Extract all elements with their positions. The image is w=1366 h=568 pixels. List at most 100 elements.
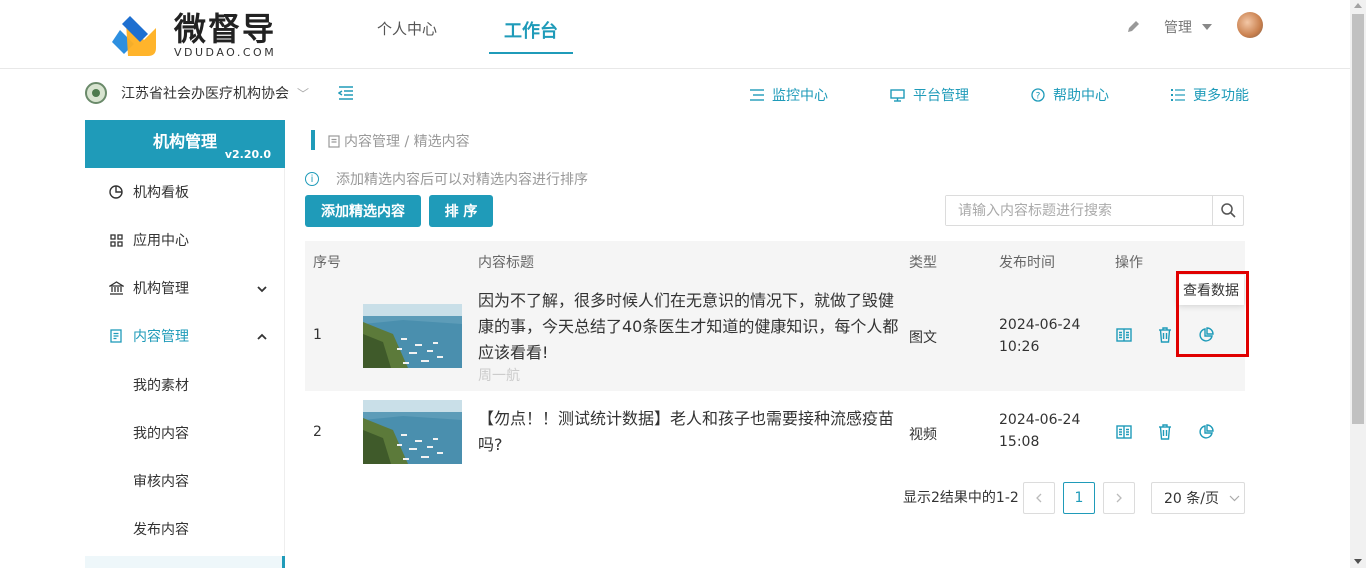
next-page-button[interactable] bbox=[1103, 482, 1135, 514]
version-label: v2.20.0 bbox=[224, 148, 271, 161]
avatar[interactable] bbox=[1237, 12, 1263, 38]
logo[interactable]: 微督导 VDUDAO.COM bbox=[110, 8, 276, 62]
chevron-down-icon bbox=[257, 281, 267, 297]
toolnav-label: 更多功能 bbox=[1193, 88, 1249, 104]
table-row[interactable]: 2 【勿点！！测试统计数据】老人和孩子也需要接种流感疫苗吗? 视频 2024-0… bbox=[305, 391, 1245, 473]
chevron-down-icon bbox=[1229, 495, 1240, 501]
toolnav-label: 帮助中心 bbox=[1053, 88, 1109, 104]
caret-down-icon bbox=[1202, 24, 1212, 30]
collapse-menu-icon[interactable] bbox=[337, 86, 354, 104]
highlight-box bbox=[1176, 271, 1249, 357]
tip-text: 添加精选内容后可以对精选内容进行排序 bbox=[336, 172, 588, 188]
data-stats-icon[interactable] bbox=[1198, 424, 1214, 444]
header-type: 类型 bbox=[909, 255, 937, 271]
content-title[interactable]: 【勿点！！测试统计数据】老人和孩子也需要接种流感疫苗吗? bbox=[478, 406, 900, 458]
toolnav-label: 平台管理 bbox=[913, 88, 969, 104]
topnav-label: 个人中心 bbox=[377, 20, 438, 38]
info-tip: i 添加精选内容后可以对精选内容进行排序 bbox=[305, 169, 588, 189]
logo-mark-icon bbox=[110, 8, 164, 62]
page-size-select[interactable]: 20 条/页 bbox=[1151, 482, 1245, 514]
view-content-icon[interactable] bbox=[1116, 425, 1132, 443]
prev-page-button[interactable] bbox=[1023, 482, 1055, 514]
chevron-left-icon bbox=[1036, 493, 1042, 503]
chevron-up-icon bbox=[257, 329, 267, 345]
header-index: 序号 bbox=[313, 255, 341, 271]
publish-date: 2024-06-24 bbox=[999, 317, 1081, 333]
scrollbar-thumb[interactable] bbox=[1352, 14, 1364, 424]
header-time: 发布时间 bbox=[999, 255, 1055, 271]
content-thumbnail[interactable] bbox=[363, 400, 462, 464]
monitor-list-icon bbox=[750, 89, 764, 101]
sidebar-item-app-center[interactable]: 应用中心 bbox=[85, 216, 285, 264]
sidebar-subitem-my-content[interactable]: 我的内容 bbox=[133, 423, 189, 443]
active-indicator bbox=[282, 556, 285, 568]
pagination-summary: 显示2结果中的1-2 bbox=[903, 490, 1019, 506]
topnav-personal-center[interactable]: 个人中心 bbox=[377, 18, 437, 39]
toolnav-monitor-center[interactable]: 监控中心 bbox=[750, 85, 828, 105]
edit-pencil-icon[interactable] bbox=[1126, 19, 1141, 38]
sidebar-item-label: 内容管理 bbox=[133, 329, 189, 345]
search-box bbox=[945, 195, 1244, 226]
sidebar-subitem-publish-content[interactable]: 发布内容 bbox=[133, 519, 189, 539]
sidebar: 机构看板 应用中心 机构管理 内容管理 我的素材 我的内容 审核内容 发布内容 bbox=[85, 168, 285, 568]
publish-time: 10:26 bbox=[999, 339, 1040, 355]
document-icon bbox=[107, 329, 125, 343]
content-type: 视频 bbox=[909, 427, 937, 443]
table-row[interactable]: 1 因为不了解，很多时候人们在无意识的情况下，就做了毁健康的事，今天总结了40条… bbox=[305, 279, 1245, 391]
sidebar-item-label: 机构看板 bbox=[133, 185, 189, 201]
chevron-right-icon bbox=[1116, 493, 1122, 503]
search-button[interactable] bbox=[1212, 196, 1243, 225]
toolnav-platform-management[interactable]: 平台管理 bbox=[890, 85, 969, 105]
topnav-label: 工作台 bbox=[504, 21, 558, 42]
top-bar: 微督导 VDUDAO.COM 个人中心 工作台 管理 bbox=[0, 0, 1350, 69]
sidebar-item-dashboard[interactable]: 机构看板 bbox=[85, 168, 285, 216]
scrollbar[interactable] bbox=[1350, 0, 1366, 568]
page-number-button[interactable]: 1 bbox=[1063, 482, 1095, 514]
sort-button[interactable]: 排 序 bbox=[429, 195, 493, 227]
svg-text:?: ? bbox=[1036, 92, 1041, 102]
header-title: 内容标题 bbox=[478, 255, 534, 271]
bank-icon bbox=[107, 281, 125, 295]
chevron-down-icon: ﹀ bbox=[297, 86, 310, 101]
toolnav-help-center[interactable]: ? 帮助中心 bbox=[1031, 85, 1109, 105]
active-tab-underline bbox=[489, 52, 573, 54]
content-author: 周一航 bbox=[478, 368, 520, 384]
org-logo bbox=[85, 82, 107, 104]
scroll-down-arrow-icon[interactable] bbox=[1354, 559, 1362, 564]
content-thumbnail[interactable] bbox=[363, 304, 462, 368]
user-label: 管理 bbox=[1164, 20, 1192, 36]
desktop-icon bbox=[890, 88, 905, 102]
sidebar-subitem-review-content[interactable]: 审核内容 bbox=[133, 471, 189, 491]
menu-list-icon bbox=[1171, 89, 1185, 101]
delete-icon[interactable] bbox=[1158, 327, 1172, 347]
content-type: 图文 bbox=[909, 330, 937, 346]
row-index: 1 bbox=[313, 327, 322, 343]
pie-chart-icon bbox=[107, 185, 125, 199]
content-title[interactable]: 因为不了解，很多时候人们在无意识的情况下，就做了毁健康的事，今天总结了40条医生… bbox=[478, 288, 900, 366]
help-circle-icon: ? bbox=[1031, 88, 1045, 102]
document-icon bbox=[328, 134, 340, 148]
info-icon: i bbox=[305, 172, 319, 186]
breadcrumb-text: 内容管理 / 精选内容 bbox=[344, 134, 470, 150]
page-size-label: 20 条/页 bbox=[1164, 491, 1219, 507]
breadcrumb-accent bbox=[311, 130, 315, 150]
logo-subtitle: VDUDAO.COM bbox=[174, 46, 277, 59]
delete-icon[interactable] bbox=[1158, 424, 1172, 444]
sidebar-item-org-management[interactable]: 机构管理 bbox=[85, 264, 285, 312]
add-featured-button[interactable]: 添加精选内容 bbox=[305, 195, 421, 227]
publish-date: 2024-06-24 bbox=[999, 412, 1081, 428]
row-index: 2 bbox=[313, 424, 322, 440]
sidebar-active-item[interactable] bbox=[85, 556, 285, 568]
user-menu[interactable]: 管理 bbox=[1164, 17, 1212, 37]
org-name: 江苏省社会办医疗机构协会 bbox=[121, 86, 289, 102]
topnav-workbench[interactable]: 工作台 bbox=[489, 17, 573, 54]
search-input[interactable] bbox=[946, 196, 1212, 225]
breadcrumb: 内容管理 / 精选内容 bbox=[328, 131, 470, 151]
toolnav-more-functions[interactable]: 更多功能 bbox=[1171, 85, 1249, 105]
org-selector[interactable]: 江苏省社会办医疗机构协会 ﹀ bbox=[85, 82, 309, 104]
sidebar-item-content-management[interactable]: 内容管理 bbox=[85, 312, 285, 360]
sidebar-subitem-my-materials[interactable]: 我的素材 bbox=[133, 375, 189, 395]
view-content-icon[interactable] bbox=[1116, 328, 1132, 346]
scroll-up-arrow-icon[interactable] bbox=[1354, 3, 1362, 8]
logo-title: 微督导 bbox=[174, 10, 277, 48]
